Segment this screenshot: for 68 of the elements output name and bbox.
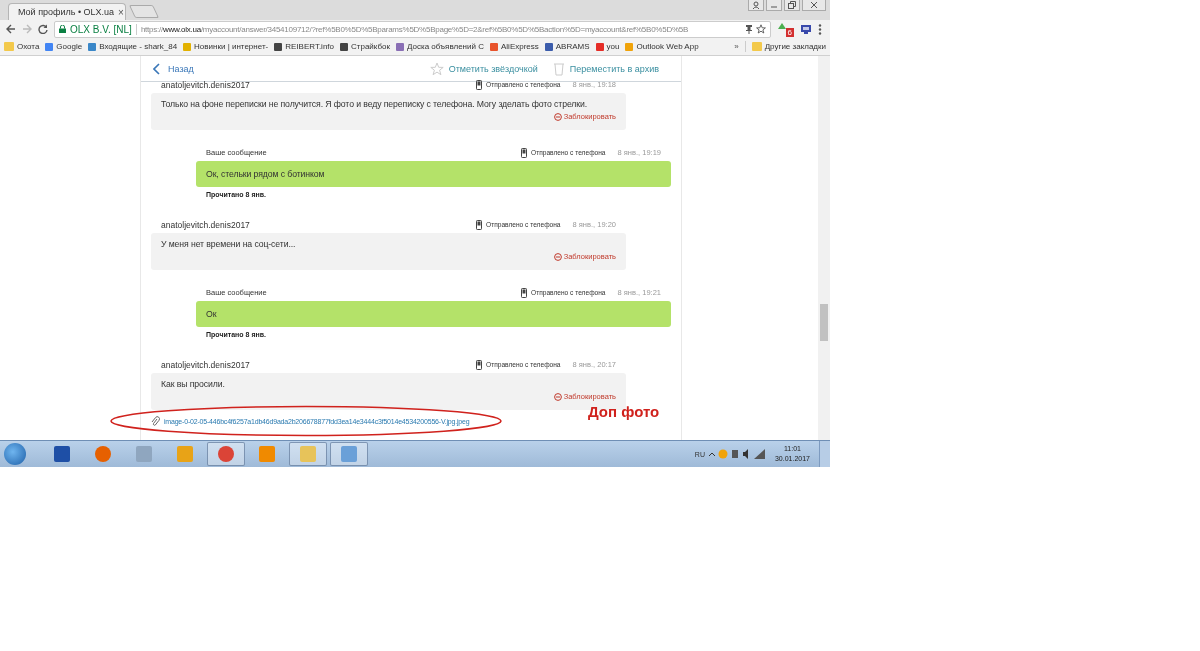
message-text: У меня нет времени на соц-сети... bbox=[161, 239, 297, 249]
message-author: anatoljevitch.denis2017 bbox=[161, 219, 250, 230]
user-button[interactable] bbox=[748, 0, 764, 11]
message-author: anatoljevitch.denis2017 bbox=[161, 79, 250, 90]
user-icon bbox=[752, 1, 760, 9]
reload-icon[interactable] bbox=[38, 24, 48, 34]
bookmark-item[interactable]: AliExpress bbox=[490, 42, 539, 51]
bookmark-item[interactable]: Входящие - shark_84 bbox=[88, 42, 178, 51]
bookmark-item[interactable]: ABRAMS bbox=[544, 42, 590, 51]
site-identity: OLX B.V. [NL] bbox=[70, 23, 132, 35]
close-button[interactable] bbox=[802, 0, 826, 11]
taskbar-button[interactable] bbox=[330, 442, 368, 466]
menu-icon[interactable] bbox=[818, 23, 822, 35]
address-bar[interactable]: OLX B.V. [NL] https://www.olx.ua/myaccount/answer/3454109712/?ref%5B0%5D%5Bparams%5D%5Bpage%5D=2&ref%5B0%5D%5Baction%5D=myaccount&ref%5B0%5D%5B bbox=[54, 20, 771, 38]
phone-icon bbox=[476, 219, 483, 230]
phone-icon bbox=[521, 287, 528, 298]
chevron-left-icon bbox=[153, 62, 160, 75]
minus-circle-icon bbox=[553, 112, 562, 121]
phone-icon bbox=[476, 79, 483, 90]
phone-icon bbox=[521, 147, 528, 158]
bookmark-item[interactable]: Новинки | интернет- bbox=[183, 42, 269, 51]
lock-icon bbox=[59, 25, 66, 33]
tab-title: Мой профиль • OLX.ua bbox=[18, 7, 115, 17]
back-link[interactable]: Назад bbox=[153, 62, 194, 75]
message-text: Ок, стельки рядом с ботинком bbox=[206, 169, 326, 179]
bookmark-item[interactable]: REIBERT.info bbox=[274, 42, 334, 51]
extension-button[interactable]: 6 bbox=[777, 21, 794, 37]
trash-icon bbox=[552, 61, 565, 76]
other-bookmarks-folder[interactable]: Другие закладки bbox=[751, 42, 826, 51]
back-arrow-icon[interactable] bbox=[6, 24, 16, 34]
star-icon[interactable] bbox=[756, 24, 766, 34]
annotation-text: Доп фото bbox=[588, 403, 660, 420]
more-bookmarks-button[interactable]: » bbox=[734, 42, 739, 51]
minus-circle-icon bbox=[553, 252, 562, 261]
bookmark-item[interactable]: Outlook Web App bbox=[625, 42, 699, 51]
triangle-icon bbox=[777, 21, 787, 31]
extension-icon[interactable] bbox=[800, 23, 812, 35]
message-text: Ок bbox=[206, 309, 218, 319]
bookmark-item[interactable]: Доска объявлений С bbox=[396, 42, 484, 51]
start-button[interactable] bbox=[4, 443, 26, 465]
bookmark-item[interactable]: Google bbox=[45, 42, 83, 51]
bookmark-item[interactable]: Страйкбок bbox=[340, 42, 391, 51]
message-text: Только на фоне переписки не получится. Я фото и веду переписку с телефона. Могу зделать фото стрелки. bbox=[161, 99, 589, 109]
forward-arrow-icon[interactable] bbox=[22, 24, 32, 34]
bookmark-item[interactable]: you bbox=[595, 42, 620, 51]
taskbar-button[interactable] bbox=[207, 442, 245, 466]
bookmark-item[interactable]: Охота bbox=[4, 42, 40, 51]
minus-circle-icon bbox=[553, 392, 562, 401]
url-text: https://www.olx.ua/myaccount/answer/3454109712/?ref%5B0%5D%5Bparams%5D%5Bpage%5D=2&ref%5B0%5D%5Baction%5D=myaccount&ref%5B0%5D%5B bbox=[140, 24, 690, 34]
show-desktop-button[interactable] bbox=[819, 441, 830, 467]
archive-link[interactable]: Переместить в архив bbox=[569, 63, 659, 74]
scrollbar[interactable] bbox=[818, 56, 830, 440]
close-tab-button[interactable]: × bbox=[118, 6, 124, 18]
star-link[interactable]: Отметить звёздочкой bbox=[448, 63, 538, 74]
restore-button[interactable] bbox=[784, 0, 800, 11]
new-tab-button[interactable] bbox=[128, 5, 160, 18]
notification-badge: 6 bbox=[785, 28, 794, 37]
tray-icons-drawing[interactable] bbox=[707, 448, 766, 460]
message-author: anatoljevitch.denis2017 bbox=[161, 359, 250, 370]
pin-icon[interactable] bbox=[746, 24, 752, 34]
message-text: Как вы просили. bbox=[161, 379, 226, 389]
restore-icon bbox=[788, 1, 796, 9]
paperclip-icon bbox=[151, 416, 160, 427]
browser-tab[interactable]: Мой профиль • OLX.ua × bbox=[8, 3, 126, 20]
taskbar-button[interactable] bbox=[289, 442, 327, 466]
star-icon bbox=[429, 61, 444, 76]
phone-icon bbox=[476, 359, 483, 370]
close-icon bbox=[810, 1, 818, 9]
